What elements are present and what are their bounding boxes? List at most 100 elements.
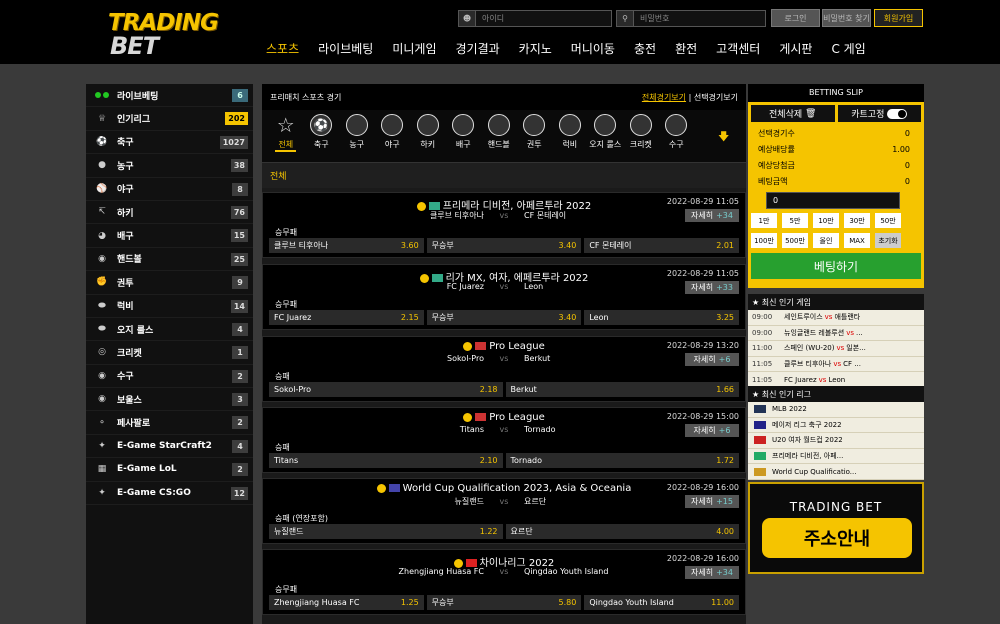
nav-cgame[interactable]: C 게임 [831, 40, 865, 57]
id-field[interactable]: ☻ 아이디 [458, 10, 612, 27]
sidebar-item-rugby[interactable]: ⬬ 럭비 14 [86, 295, 253, 318]
odds-button[interactable]: 무승부 5.80 [426, 595, 582, 610]
hot-league-row[interactable]: MLB 2022 [748, 402, 924, 418]
more-markets-button[interactable]: 자세히 +34 [685, 209, 739, 222]
hot-league-row[interactable]: U20 여자 월드컵 2022 [748, 433, 924, 449]
sport-tab-basketball[interactable]: 농구 [339, 114, 375, 150]
sidebar-item-aussie-rules[interactable]: ⬬ 오지 룰스 4 [86, 318, 253, 342]
chip-reset[interactable]: 초기화 [875, 233, 901, 248]
view-selected-link[interactable]: 선택경기보기 [694, 93, 738, 102]
count-badge: 38 [230, 159, 248, 173]
address-banner[interactable]: TRADING BET 주소안내 [748, 482, 924, 574]
odds-button[interactable]: 요르단 4.00 [505, 524, 739, 539]
sport-tab-all[interactable]: ☆ 전체 [268, 113, 304, 152]
market-type: 승패 [275, 443, 290, 452]
odds-button[interactable]: FC Juarez 2.15 [269, 310, 424, 325]
sidebar-item-starcraft[interactable]: ✦ E-Game StarCraft2 4 [86, 435, 253, 459]
sidebar-item-popular[interactable]: ♕ 인기리그 202 [86, 107, 253, 131]
nav-results[interactable]: 경기결과 [456, 40, 500, 57]
more-markets-button[interactable]: 자세히 +33 [685, 281, 739, 294]
join-button[interactable]: 회원가입 [874, 9, 923, 27]
chip-allin[interactable]: 올인 [813, 233, 839, 248]
more-markets-button[interactable]: 자세히 +6 [685, 353, 739, 366]
odds-button[interactable]: Sokol-Pro 2.18 [269, 382, 503, 397]
live-dots-icon [95, 92, 109, 99]
hot-game-row[interactable]: 11:05 클루브 티후아나 vs CF ... [748, 357, 924, 373]
count-badge: 9 [232, 276, 248, 290]
more-markets-button[interactable]: 자세히 +34 [685, 566, 739, 579]
sport-tab-boxing[interactable]: 권투 [517, 114, 553, 150]
sidebar-item-lol[interactable]: ▦ E-Game LoL 2 [86, 458, 253, 482]
login-button[interactable]: 로그인 [771, 9, 820, 27]
sidebar-item-pesapallo[interactable]: ⚬ 페사팔로 2 [86, 411, 253, 435]
more-markets-button[interactable]: 자세히 +6 [685, 424, 739, 437]
chip-500k[interactable]: 50만 [875, 213, 901, 228]
arrow-down-icon[interactable]: 🡇 [718, 128, 729, 147]
bet-amount-input[interactable]: 0 [766, 192, 900, 209]
sidebar-item-hockey[interactable]: ↸ 하키 76 [86, 201, 253, 225]
odds-button[interactable]: Tornado 1.72 [505, 453, 739, 468]
odds-button[interactable]: Zhengjiang Huasa FC 1.25 [269, 595, 424, 610]
password-field[interactable]: ⚲ 비밀번호 [616, 10, 766, 27]
sidebar-item-soccer[interactable]: ⚽ 축구 1027 [86, 131, 253, 155]
place-bet-button[interactable]: 베팅하기 [751, 253, 921, 279]
chip-5m[interactable]: 500만 [782, 233, 808, 248]
sidebar-item-cricket[interactable]: ◎ 크리켓 1 [86, 341, 253, 365]
sport-tab-handball[interactable]: 핸드볼 [481, 114, 517, 150]
hot-game-row[interactable]: 09:00 세인트루이스 vs 애틀랜타 [748, 310, 924, 326]
nav-deposit[interactable]: 충전 [634, 40, 656, 57]
nav-live[interactable]: 라이브베팅 [318, 40, 373, 57]
hot-game-row[interactable]: 09:00 뉴잉글랜드 레볼루션 vs... [748, 326, 924, 342]
nav-support[interactable]: 고객센터 [716, 40, 760, 57]
hot-league-row[interactable]: 메이저 리그 축구 2022 [748, 418, 924, 434]
sidebar-item-baseball[interactable]: ⚾ 야구 8 [86, 178, 253, 201]
sidebar-item-bowls[interactable]: ◉ 보울스 3 [86, 388, 253, 412]
chip-50k[interactable]: 5만 [782, 213, 808, 228]
cart-fix-toggle[interactable]: 카트고정 [837, 105, 921, 122]
odds-button[interactable]: 무승부 3.40 [426, 310, 582, 325]
nav-money[interactable]: 머니이동 [571, 40, 615, 57]
sport-tab-volleyball[interactable]: 배구 [446, 114, 482, 150]
sidebar-item-basketball[interactable]: ● 농구 38 [86, 154, 253, 178]
logo[interactable]: TRADING BET [108, 10, 238, 60]
odds-button[interactable]: 클루브 티후아나 3.60 [269, 238, 424, 253]
view-all-link[interactable]: 전체경기보기 [642, 93, 686, 102]
sport-tab-aussie-rules[interactable]: 오지 룰스 [588, 114, 624, 150]
nav-withdraw[interactable]: 환전 [675, 40, 697, 57]
odds-button[interactable]: Leon 3.25 [584, 310, 740, 325]
sport-tab-soccer[interactable]: ⚽ 축구 [304, 114, 340, 150]
sport-tab-water-polo[interactable]: 수구 [659, 114, 695, 150]
odds-button[interactable]: Qingdao Youth Island 11.00 [584, 595, 740, 610]
sport-tab-cricket[interactable]: 크리켓 [623, 114, 659, 150]
sidebar-item-handball[interactable]: ◉ 핸드볼 25 [86, 248, 253, 272]
hot-game-row[interactable]: 11:00 스페인 (WU-20) vs 일본... [748, 341, 924, 357]
hot-league-row[interactable]: 프리메라 디비전, 아페... [748, 449, 924, 465]
odds-button[interactable]: Berkut 1.66 [505, 382, 739, 397]
sport-tab-hockey[interactable]: 하키 [410, 114, 446, 150]
hockey-icon [416, 114, 439, 136]
hot-league-row[interactable]: World Cup Qualificatio... [748, 464, 924, 480]
chip-1m[interactable]: 100만 [751, 233, 777, 248]
clear-all-button[interactable]: 전체삭제 🗑 [751, 105, 835, 122]
more-markets-button[interactable]: 자세히 +15 [685, 495, 739, 508]
nav-board[interactable]: 게시판 [779, 40, 812, 57]
odds-button[interactable]: Titans 2.10 [269, 453, 503, 468]
chip-10k[interactable]: 1만 [751, 213, 777, 228]
chip-300k[interactable]: 30만 [844, 213, 870, 228]
chip-100k[interactable]: 10만 [813, 213, 839, 228]
nav-casino[interactable]: 카지노 [519, 40, 552, 57]
sidebar-item-live[interactable]: 라이브베팅 6 [86, 84, 253, 108]
sport-tab-rugby[interactable]: 럭비 [552, 114, 588, 150]
sport-tab-baseball[interactable]: 야구 [375, 114, 411, 150]
find-password-button[interactable]: 비밀번호 찾기 [822, 9, 871, 27]
sidebar-item-boxing[interactable]: ✊ 권투 9 [86, 271, 253, 295]
sidebar-item-water-polo[interactable]: ◉ 수구 2 [86, 365, 253, 389]
nav-minigame[interactable]: 미니게임 [392, 40, 436, 57]
odds-button[interactable]: 뉴질랜드 1.22 [269, 524, 503, 539]
sidebar-item-volleyball[interactable]: ◕ 배구 15 [86, 224, 253, 248]
nav-sports[interactable]: 스포츠 [266, 40, 299, 57]
chip-max[interactable]: MAX [844, 233, 870, 248]
odds-button[interactable]: CF 몬테레이 2.01 [584, 238, 740, 253]
sidebar-item-csgo[interactable]: ✦ E-Game CS:GO 12 [86, 482, 253, 506]
odds-button[interactable]: 무승부 3.40 [426, 238, 582, 253]
